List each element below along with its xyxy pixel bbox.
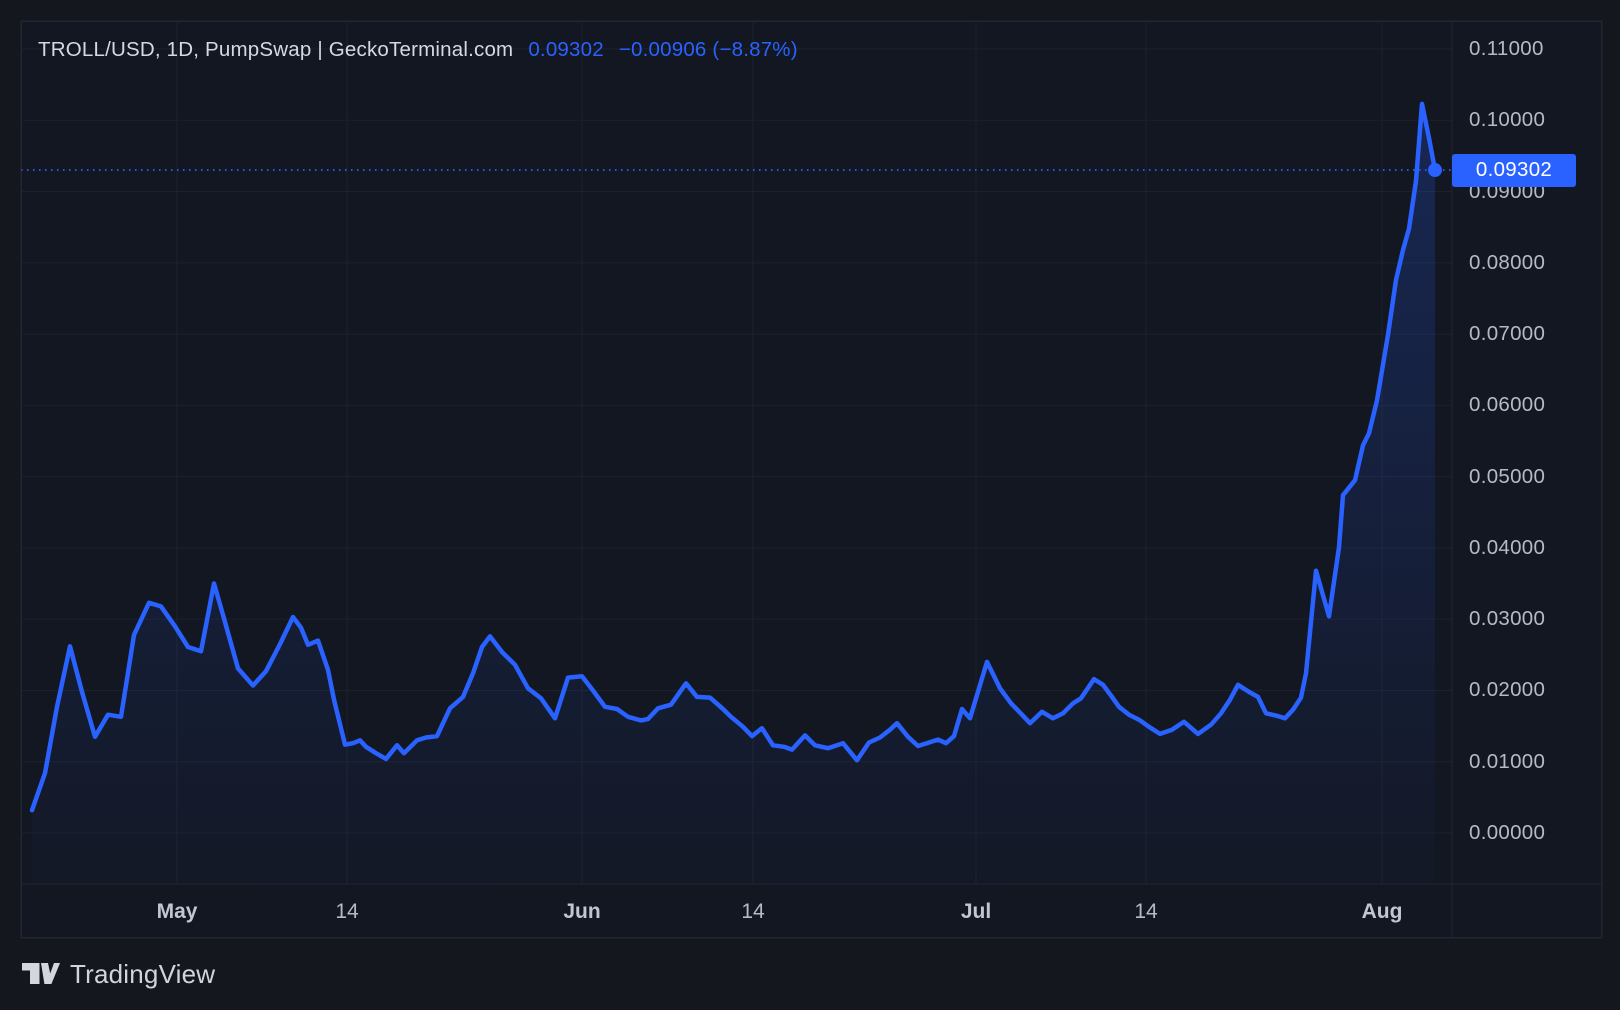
time-tick-label: Aug [1362, 900, 1403, 924]
last-price-dot [1428, 163, 1442, 177]
price-tick-label: 0.03000 [1469, 607, 1545, 631]
price-change-value: −0.00906 (−8.87%) [619, 38, 798, 62]
price-tick-label: 0.04000 [1469, 536, 1545, 560]
price-tick-label: 0.00000 [1469, 821, 1545, 845]
symbol-title: TROLL/USD, 1D, PumpSwap | GeckoTerminal.… [38, 38, 513, 62]
time-tick-label: 14 [335, 900, 358, 924]
time-tick-label: Jul [961, 900, 991, 924]
tradingview-attribution[interactable]: TradingView [22, 952, 215, 996]
last-price-tag-label: 0.09302 [1476, 158, 1552, 182]
chart-legend: TROLL/USD, 1D, PumpSwap | GeckoTerminal.… [38, 38, 798, 62]
chart-page: { "header": { "symbol_title": "TROLL/USD… [0, 0, 1620, 1010]
price-tick-label: 0.05000 [1469, 465, 1545, 489]
price-axis[interactable]: 0.110000.100000.090000.080000.070000.060… [1453, 21, 1602, 884]
price-area-fill [32, 104, 1435, 884]
time-axis[interactable]: May 14 Jun 14 Jul 14 Aug [21, 885, 1602, 938]
last-price-tag: 0.09302 [1452, 154, 1576, 187]
price-tick-label: 0.08000 [1469, 251, 1545, 275]
price-tick-label: 0.10000 [1469, 108, 1545, 132]
price-tick-label: 0.02000 [1469, 678, 1545, 702]
price-tick-label: 0.01000 [1469, 750, 1545, 774]
price-tick-label: 0.07000 [1469, 322, 1545, 346]
time-tick-label: May [157, 900, 198, 924]
tradingview-logo-icon [22, 963, 60, 985]
last-price-value: 0.09302 [528, 38, 604, 62]
time-tick-label: Jun [563, 900, 600, 924]
tradingview-brand-text: TradingView [70, 959, 215, 990]
time-tick-label: 14 [741, 900, 764, 924]
time-tick-label: 14 [1134, 900, 1157, 924]
chart-canvas[interactable] [0, 0, 1620, 1010]
price-tick-label: 0.06000 [1469, 393, 1545, 417]
price-tick-label: 0.11000 [1469, 37, 1544, 61]
